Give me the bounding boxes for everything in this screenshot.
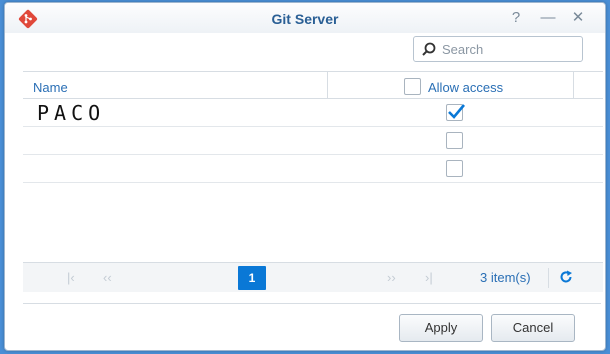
allow-access-checkbox[interactable] [446, 160, 463, 177]
grid-rows: PACO [23, 99, 603, 183]
git-server-window: Git Server ? — ✕ Name Allow access PACO … [4, 2, 606, 351]
last-page-icon[interactable]: ›| [425, 270, 433, 285]
footer-divider [23, 303, 601, 304]
user-name: PACO [37, 101, 106, 125]
item-count: 3 item(s) [480, 270, 531, 285]
grid-header: Name Allow access [23, 72, 603, 99]
table-row[interactable] [23, 127, 603, 155]
search-box[interactable] [413, 36, 583, 62]
close-button[interactable]: ✕ [569, 9, 587, 27]
column-header-name[interactable]: Name [33, 80, 68, 95]
allow-access-checkbox[interactable] [446, 132, 463, 149]
user-grid: Name Allow access PACO [23, 71, 603, 256]
cancel-button[interactable]: Cancel [491, 314, 575, 342]
search-input[interactable] [442, 40, 578, 58]
select-all-checkbox[interactable] [404, 78, 421, 95]
checkmark-icon [448, 104, 465, 119]
help-button[interactable]: ? [507, 9, 525, 27]
column-divider [573, 72, 574, 99]
column-divider [327, 72, 328, 99]
search-icon [422, 42, 436, 56]
next-page-icon[interactable]: ›› [387, 270, 396, 285]
table-row[interactable] [23, 155, 603, 183]
first-page-icon[interactable]: |‹ [67, 270, 75, 285]
column-header-allow-access[interactable]: Allow access [428, 80, 503, 95]
pagination-bar: |‹ ‹‹ 1 ›› ›| 3 item(s) [23, 262, 603, 292]
title-bar[interactable]: Git Server ? — ✕ [5, 3, 605, 33]
previous-page-icon[interactable]: ‹‹ [103, 270, 112, 285]
pager-divider [548, 268, 549, 288]
current-page-button[interactable]: 1 [238, 266, 266, 290]
table-row[interactable]: PACO [23, 99, 603, 127]
allow-access-checkbox[interactable] [446, 104, 465, 121]
minimize-button[interactable]: — [539, 9, 557, 27]
apply-button[interactable]: Apply [399, 314, 483, 342]
refresh-icon[interactable] [559, 270, 573, 284]
